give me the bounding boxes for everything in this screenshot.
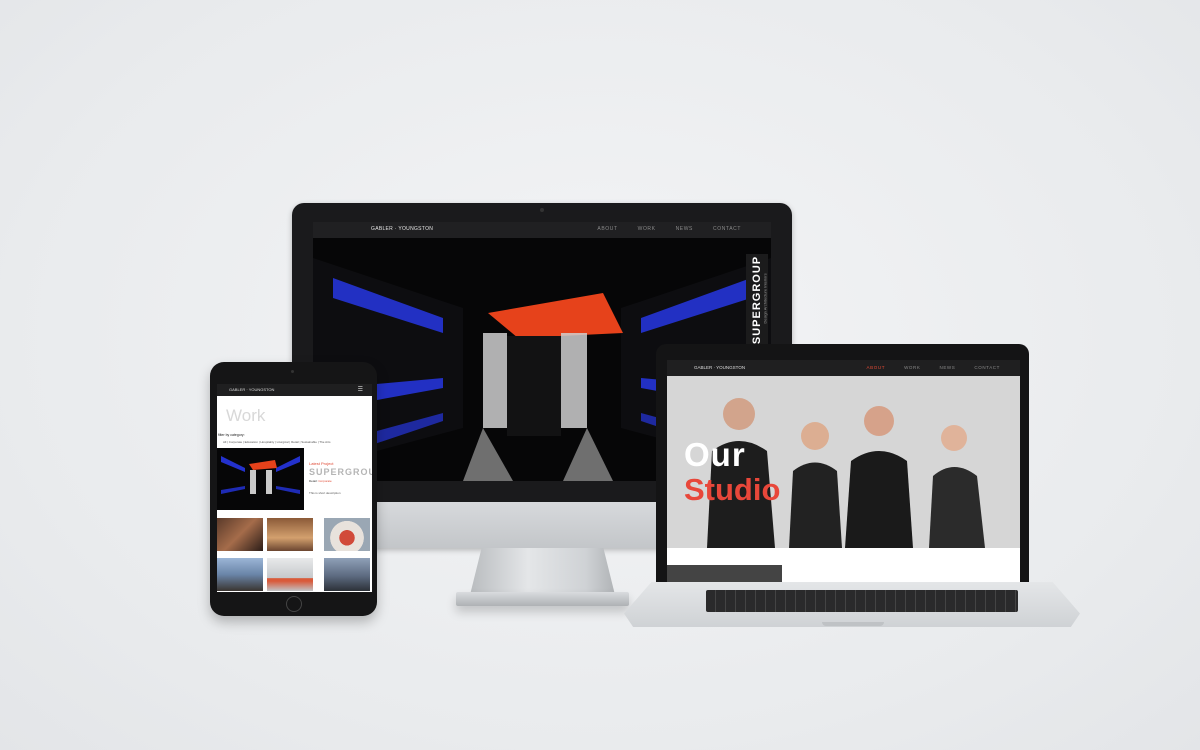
- laptop-hero-line1: Our: [684, 436, 746, 473]
- featured-corridor-thumb: [217, 448, 304, 510]
- tablet-latest-description: This is short description: [309, 491, 341, 495]
- desktop-nav-contact[interactable]: CONTACT: [713, 226, 741, 232]
- tablet-logo[interactable]: GABLER · YOUNGSTON: [229, 387, 274, 392]
- project-thumbnail[interactable]: [267, 558, 313, 591]
- laptop-screen: GABLER · YOUNGSTON ABOUT WORK NEWS CONTA…: [667, 360, 1020, 582]
- tablet-home-button[interactable]: [286, 596, 302, 612]
- desktop-nav-work[interactable]: WORK: [638, 226, 656, 232]
- laptop-nav-about[interactable]: ABOUT: [867, 365, 886, 370]
- laptop-logo[interactable]: GABLER · YOUNGSTON: [694, 365, 745, 370]
- laptop-navbar: GABLER · YOUNGSTON ABOUT WORK NEWS CONTA…: [667, 360, 1020, 376]
- laptop-nav-news[interactable]: NEWS: [939, 365, 955, 370]
- tablet-latest-meta: Detail: Corporate: [309, 479, 332, 483]
- tablet-camera: [291, 370, 294, 373]
- project-thumbnail[interactable]: [217, 518, 263, 551]
- hamburger-icon[interactable]: ☰: [358, 387, 363, 393]
- laptop-menu: ABOUT WORK NEWS CONTACT: [867, 365, 1000, 370]
- desktop-stand-foot: [456, 592, 629, 606]
- project-thumbnail[interactable]: [217, 558, 263, 591]
- project-thumbnail[interactable]: [324, 558, 370, 591]
- tablet-navbar: GABLER · YOUNGSTON ☰: [217, 384, 372, 396]
- tablet-page-title: Work: [226, 406, 266, 425]
- desktop-hero-title: SUPERGROUP: [751, 255, 763, 345]
- desktop-navbar: GABLER · YOUNGSTON ABOUT WORK NEWS CONTA…: [313, 222, 771, 238]
- project-thumbnail[interactable]: [324, 518, 370, 551]
- desktop-project-tag[interactable]: SUPERGROUP Design Architecture Interiors: [746, 254, 768, 357]
- desktop-nav-news[interactable]: NEWS: [676, 226, 693, 232]
- desktop-stand: [470, 548, 615, 595]
- laptop-notch: [822, 622, 884, 626]
- laptop-hero-line2: Studio: [684, 472, 781, 507]
- desktop-hero-subtitle: Design Architecture Interiors: [762, 273, 768, 324]
- desktop-camera: [540, 208, 544, 212]
- tablet-category-filters[interactable]: All | Corporate | Education | Hospitalit…: [223, 440, 330, 444]
- tablet-meta-value[interactable]: Corporate: [318, 479, 331, 483]
- mockup-scene: GABLER · YOUNGSTON ABOUT WORK NEWS CONTA…: [0, 0, 1200, 750]
- tablet-featured-image[interactable]: [217, 448, 304, 510]
- desktop-nav-about[interactable]: ABOUT: [597, 226, 617, 232]
- tablet-latest-label: Latest Project: [309, 461, 334, 466]
- laptop-lower-image: [667, 565, 782, 582]
- tablet-meta-prefix: Detail:: [309, 479, 318, 483]
- laptop-keyboard: [706, 590, 1018, 612]
- laptop-nav-work[interactable]: WORK: [904, 365, 920, 370]
- laptop-hero-image: Our Studio: [667, 376, 1020, 548]
- tablet-screen: GABLER · YOUNGSTON ☰ Work filter by cate…: [217, 384, 372, 592]
- project-thumbnail[interactable]: [267, 518, 313, 551]
- desktop-menu: ABOUT WORK NEWS CONTACT: [597, 226, 741, 232]
- desktop-logo[interactable]: GABLER · YOUNGSTON: [371, 226, 433, 232]
- tablet-latest-title[interactable]: SUPERGROUP: [309, 467, 372, 477]
- tablet-filter-label: filter by category:: [218, 433, 245, 437]
- laptop-nav-contact[interactable]: CONTACT: [974, 365, 1000, 370]
